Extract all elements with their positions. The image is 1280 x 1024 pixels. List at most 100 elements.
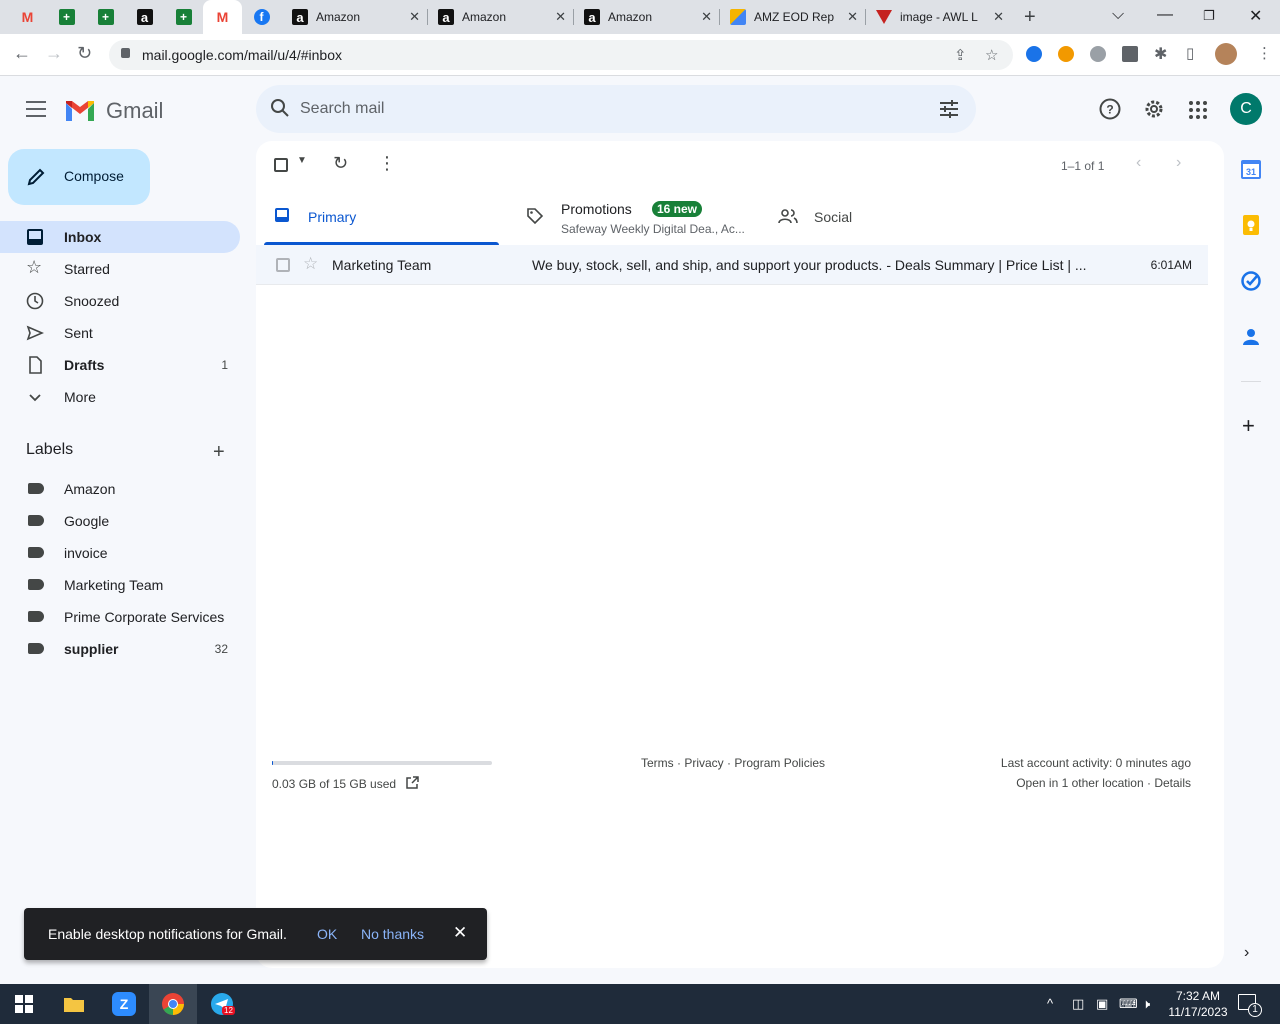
tab-pinned-sheets[interactable]: + (164, 0, 203, 34)
tab-amazon[interactable]: a Amazon ✕ (574, 0, 720, 34)
extension-off-icon[interactable] (1122, 46, 1138, 62)
tab-awl-image[interactable]: image - AWL L ✕ (866, 0, 1012, 34)
nav-item-inbox[interactable]: Inbox (0, 221, 240, 253)
tab-pinned-facebook[interactable]: f (242, 0, 281, 34)
tab-pinned-sheets[interactable]: + (47, 0, 86, 34)
tab-amazon[interactable]: a Amazon ✕ (282, 0, 428, 34)
tray-network-icon[interactable]: ⌨ (1119, 996, 1138, 1012)
star-icon[interactable]: ☆ (303, 254, 318, 274)
minimize-icon[interactable]: — (1157, 6, 1173, 24)
label-item[interactable]: supplier 32 (0, 633, 240, 665)
label-item[interactable]: Google (0, 505, 240, 537)
snackbar-no-thanks-button[interactable]: No thanks (361, 926, 424, 942)
email-checkbox[interactable] (276, 258, 290, 272)
newer-chevron-icon[interactable]: ‹ (1136, 154, 1141, 172)
gmail-logo[interactable]: Gmail (64, 98, 163, 124)
tab-close-icon[interactable]: ✕ (847, 9, 858, 25)
extension-icon[interactable] (1058, 46, 1074, 62)
forward-arrow-icon[interactable]: → (45, 43, 63, 64)
new-tab-plus-icon[interactable]: + (1024, 6, 1036, 29)
restore-icon[interactable]: ❐ (1203, 8, 1215, 24)
search-icon[interactable] (270, 98, 290, 118)
action-center-icon[interactable]: 1 (1238, 994, 1262, 1017)
label-item[interactable]: Marketing Team (0, 569, 240, 601)
keep-icon[interactable] (1240, 214, 1262, 236)
nav-item-sent[interactable]: Sent (0, 317, 240, 349)
google-apps-icon[interactable] (1188, 100, 1208, 120)
extension-icon[interactable] (1026, 46, 1042, 62)
bookmark-star-icon[interactable]: ☆ (985, 46, 998, 64)
close-window-icon[interactable]: ✕ (1249, 6, 1262, 26)
tray-show-hidden-icon[interactable]: ^ (1047, 996, 1053, 1011)
get-addons-plus-icon[interactable]: + (1242, 413, 1255, 439)
label-item[interactable]: invoice (0, 537, 240, 569)
account-avatar[interactable]: C (1230, 93, 1262, 125)
older-chevron-icon[interactable]: › (1176, 154, 1181, 172)
main-menu-icon[interactable] (26, 101, 46, 117)
help-icon[interactable]: ? (1099, 98, 1121, 120)
tab-primary[interactable]: Primary (264, 189, 499, 245)
share-icon[interactable]: ⇪ (954, 46, 967, 64)
reload-icon[interactable]: ↻ (77, 43, 92, 64)
back-arrow-icon[interactable]: ← (13, 43, 31, 64)
tab-close-icon[interactable]: ✕ (993, 9, 1004, 25)
terms-link[interactable]: Terms (641, 756, 674, 770)
tab-pinned-amazon[interactable]: a (125, 0, 164, 34)
puzzle-extensions-icon[interactable]: ✱ (1154, 44, 1167, 64)
email-row[interactable]: ☆ Marketing Team We buy, stock, sell, an… (256, 245, 1208, 285)
tab-close-icon[interactable]: ✕ (555, 9, 566, 25)
privacy-link[interactable]: Privacy (684, 756, 723, 770)
taskbar-telegram[interactable]: 12 (198, 984, 246, 1024)
tab-amz-eod-report[interactable]: AMZ EOD Rep ✕ (720, 0, 866, 34)
snackbar-close-icon[interactable]: ✕ (453, 923, 467, 943)
taskbar-chrome[interactable] (149, 984, 197, 1024)
contacts-icon[interactable] (1240, 326, 1262, 348)
taskbar-clock[interactable]: 7:32 AM 11/17/2023 (1160, 988, 1236, 1020)
amazon-icon: a (292, 9, 308, 25)
external-link-icon[interactable] (405, 776, 419, 790)
nav-item-more[interactable]: More (0, 381, 240, 413)
tab-amazon[interactable]: a Amazon ✕ (428, 0, 574, 34)
details-link[interactable]: Details (1154, 776, 1191, 790)
label-item[interactable]: Prime Corporate Services (0, 601, 240, 633)
calendar-icon[interactable]: 31 (1240, 158, 1262, 180)
tray-meet-icon[interactable]: ◫ (1072, 996, 1084, 1012)
tray-volume-icon[interactable]: 🕨 (1142, 996, 1150, 1012)
select-all-checkbox[interactable] (274, 158, 288, 172)
tab-social[interactable]: Social (755, 189, 1011, 245)
windows-start-button[interactable] (0, 984, 48, 1024)
select-dropdown-icon[interactable]: ▼ (297, 155, 307, 166)
address-bar[interactable]: mail.google.com/mail/u/4/#inbox ⇪ ☆ (109, 40, 1013, 70)
nav-item-starred[interactable]: ☆ Starred (0, 253, 240, 285)
extension-icon[interactable] (1090, 46, 1106, 62)
search-input[interactable] (300, 97, 900, 121)
nav-item-drafts[interactable]: Drafts 1 (0, 349, 240, 381)
snackbar-ok-button[interactable]: OK (317, 926, 337, 942)
tab-search-chevron-icon[interactable]: ⌵ (1112, 6, 1124, 24)
chrome-menu-icon[interactable]: ⋮ (1257, 44, 1272, 62)
refresh-icon[interactable]: ↻ (333, 153, 348, 174)
search-bar[interactable] (256, 85, 976, 133)
tab-close-icon[interactable]: ✕ (409, 9, 420, 25)
taskbar-file-explorer[interactable] (50, 984, 98, 1024)
more-options-icon[interactable]: ⋮ (378, 153, 396, 174)
tab-pinned-sheets[interactable]: + (86, 0, 125, 34)
tag-icon (527, 208, 544, 225)
nav-item-snoozed[interactable]: Snoozed (0, 285, 240, 317)
profile-avatar[interactable] (1215, 43, 1237, 65)
label-item[interactable]: Amazon (0, 473, 240, 505)
tab-close-icon[interactable]: ✕ (701, 9, 712, 25)
settings-gear-icon[interactable] (1143, 98, 1165, 120)
show-side-panel-chevron-icon[interactable]: › (1244, 944, 1249, 962)
tasks-icon[interactable] (1240, 270, 1262, 292)
tab-pinned-gmail-active[interactable]: M (203, 0, 242, 34)
tray-wifi-icon[interactable]: ▣ (1096, 996, 1108, 1012)
search-options-icon[interactable] (938, 98, 960, 120)
taskbar-zoom[interactable]: Z (100, 984, 148, 1024)
program-policies-link[interactable]: Program Policies (734, 756, 825, 770)
side-panel-icon[interactable]: ▯ (1186, 44, 1194, 62)
tab-pinned-gmail[interactable]: M (8, 0, 47, 34)
tab-promotions[interactable] (499, 189, 755, 245)
compose-button[interactable]: Compose (8, 149, 150, 205)
create-label-plus-icon[interactable]: + (213, 441, 225, 464)
